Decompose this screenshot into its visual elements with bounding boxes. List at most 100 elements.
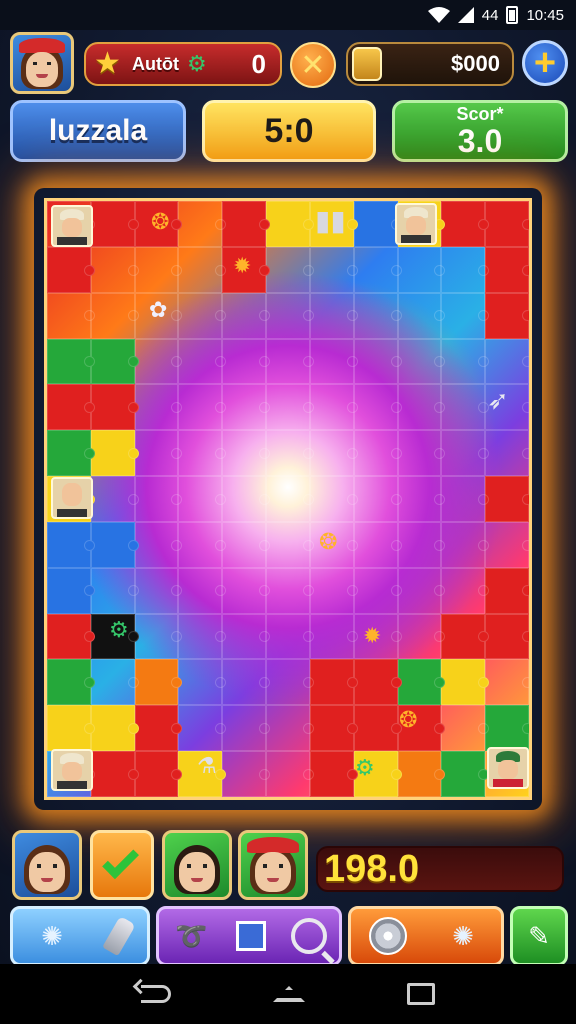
puzzle-piece[interactable] bbox=[222, 292, 270, 339]
puzzle-piece[interactable] bbox=[397, 292, 446, 339]
puzzle-piece[interactable] bbox=[441, 338, 489, 385]
puzzle-piece[interactable] bbox=[47, 384, 95, 431]
puzzle-piece[interactable] bbox=[178, 338, 227, 385]
puzzle-piece[interactable] bbox=[90, 201, 139, 247]
puzzle-piece[interactable] bbox=[266, 338, 314, 385]
puzzle-piece[interactable] bbox=[47, 567, 95, 614]
pencil-icon[interactable]: ✎ bbox=[519, 916, 559, 956]
puzzle-piece[interactable] bbox=[90, 705, 139, 752]
puzzle-piece[interactable] bbox=[485, 659, 529, 706]
puzzle-piece[interactable] bbox=[353, 292, 402, 339]
puzzle-piece[interactable] bbox=[266, 705, 314, 752]
puzzle-piece[interactable] bbox=[134, 521, 183, 568]
puzzle-piece[interactable] bbox=[397, 521, 446, 568]
puzzle-piece[interactable] bbox=[222, 384, 270, 431]
puzzle-piece[interactable] bbox=[485, 521, 529, 568]
puzzle-piece[interactable] bbox=[134, 338, 183, 385]
puzzle-piece[interactable] bbox=[266, 201, 314, 247]
puzzle-piece[interactable] bbox=[266, 521, 314, 568]
puzzle-piece[interactable] bbox=[222, 476, 270, 522]
puzzle-piece[interactable] bbox=[441, 292, 489, 339]
puzzle-piece[interactable] bbox=[178, 613, 227, 660]
puzzle-piece[interactable] bbox=[134, 705, 183, 752]
puzzle-piece[interactable] bbox=[309, 292, 358, 339]
puzzle-piece[interactable] bbox=[178, 705, 227, 752]
puzzle-piece[interactable] bbox=[353, 567, 402, 614]
puzzle-piece[interactable] bbox=[178, 201, 227, 247]
puzzle-piece[interactable] bbox=[485, 567, 529, 614]
puzzle-piece[interactable] bbox=[309, 659, 358, 706]
add-money-button[interactable]: + bbox=[522, 40, 568, 86]
puzzle-piece[interactable] bbox=[441, 659, 489, 706]
puzzle-piece[interactable] bbox=[397, 246, 446, 293]
puzzle-piece[interactable] bbox=[47, 705, 95, 752]
puzzle-piece[interactable] bbox=[178, 659, 227, 706]
puzzle-piece[interactable] bbox=[397, 476, 446, 522]
character-slot-2[interactable] bbox=[162, 830, 232, 900]
puzzle-piece[interactable] bbox=[441, 476, 489, 522]
puzzle-piece[interactable] bbox=[309, 246, 358, 293]
puzzle-piece[interactable] bbox=[134, 567, 183, 614]
puzzle-piece[interactable] bbox=[90, 659, 139, 706]
puzzle-piece[interactable] bbox=[222, 659, 270, 706]
puzzle-piece[interactable] bbox=[397, 751, 446, 797]
puzzle-piece[interactable] bbox=[485, 613, 529, 660]
puzzle-piece[interactable] bbox=[90, 384, 139, 431]
puzzle-piece[interactable] bbox=[47, 338, 95, 385]
puzzle-piece[interactable] bbox=[309, 430, 358, 477]
puzzle-piece[interactable] bbox=[397, 567, 446, 614]
portrait-bottom-right[interactable] bbox=[487, 747, 529, 789]
creature-icon[interactable]: ❂ bbox=[399, 709, 417, 731]
puzzle-piece[interactable] bbox=[485, 430, 529, 477]
puzzle-piece[interactable] bbox=[222, 201, 270, 247]
puzzle-piece[interactable] bbox=[309, 567, 358, 614]
gadget-icon[interactable]: ⚙ bbox=[355, 757, 375, 779]
puzzle-piece[interactable] bbox=[353, 705, 402, 752]
puzzle-piece[interactable] bbox=[309, 705, 358, 752]
puzzle-piece[interactable] bbox=[178, 292, 227, 339]
puzzle-piece[interactable] bbox=[178, 430, 227, 477]
puzzle-piece[interactable] bbox=[222, 521, 270, 568]
puzzle-piece[interactable] bbox=[90, 751, 139, 797]
puzzle-piece[interactable] bbox=[266, 613, 314, 660]
puzzle-piece[interactable] bbox=[397, 384, 446, 431]
confirm-button[interactable] bbox=[90, 830, 154, 900]
puzzle-piece[interactable] bbox=[178, 246, 227, 293]
puzzle-piece[interactable] bbox=[353, 384, 402, 431]
puzzle-piece[interactable] bbox=[178, 384, 227, 431]
puzzle-piece[interactable] bbox=[222, 430, 270, 477]
flag-icon[interactable] bbox=[235, 921, 266, 951]
puzzle-piece[interactable] bbox=[441, 521, 489, 568]
portrait-top-left[interactable] bbox=[51, 205, 93, 247]
creature-icon[interactable]: ❂ bbox=[319, 531, 337, 553]
puzzle-piece[interactable] bbox=[90, 246, 139, 293]
puzzle-piece[interactable] bbox=[134, 613, 183, 660]
puzzle-piece[interactable] bbox=[134, 659, 183, 706]
puzzle-piece[interactable] bbox=[47, 659, 95, 706]
puzzle-piece[interactable] bbox=[90, 292, 139, 339]
puzzle-piece[interactable] bbox=[441, 613, 489, 660]
portrait-bottom-left[interactable] bbox=[51, 749, 93, 791]
puzzle-piece[interactable] bbox=[266, 292, 314, 339]
character-slot-1[interactable] bbox=[12, 830, 82, 900]
recent-apps-icon[interactable] bbox=[407, 983, 435, 1005]
puzzle-piece[interactable] bbox=[397, 613, 446, 660]
puzzle-piece[interactable] bbox=[222, 338, 270, 385]
puzzle-piece[interactable] bbox=[134, 430, 183, 477]
puzzle-piece[interactable] bbox=[266, 476, 314, 522]
puzzle-piece[interactable] bbox=[485, 705, 529, 752]
puzzle-piece[interactable] bbox=[47, 292, 95, 339]
puzzle-piece[interactable] bbox=[266, 430, 314, 477]
puzzle-piece[interactable] bbox=[441, 201, 489, 247]
puzzle-piece[interactable] bbox=[441, 751, 489, 797]
puzzle-grid[interactable] bbox=[47, 201, 529, 797]
puzzle-piece[interactable] bbox=[397, 338, 446, 385]
gear-icon[interactable]: ✺ bbox=[32, 916, 72, 956]
puzzle-piece[interactable] bbox=[353, 338, 402, 385]
puzzle-piece[interactable] bbox=[353, 201, 402, 247]
puzzle-piece[interactable] bbox=[485, 201, 529, 247]
puzzle-piece[interactable] bbox=[266, 567, 314, 614]
puzzle-piece[interactable] bbox=[222, 705, 270, 752]
puzzle-piece[interactable] bbox=[90, 430, 139, 477]
close-button[interactable]: ✕ bbox=[290, 42, 336, 88]
